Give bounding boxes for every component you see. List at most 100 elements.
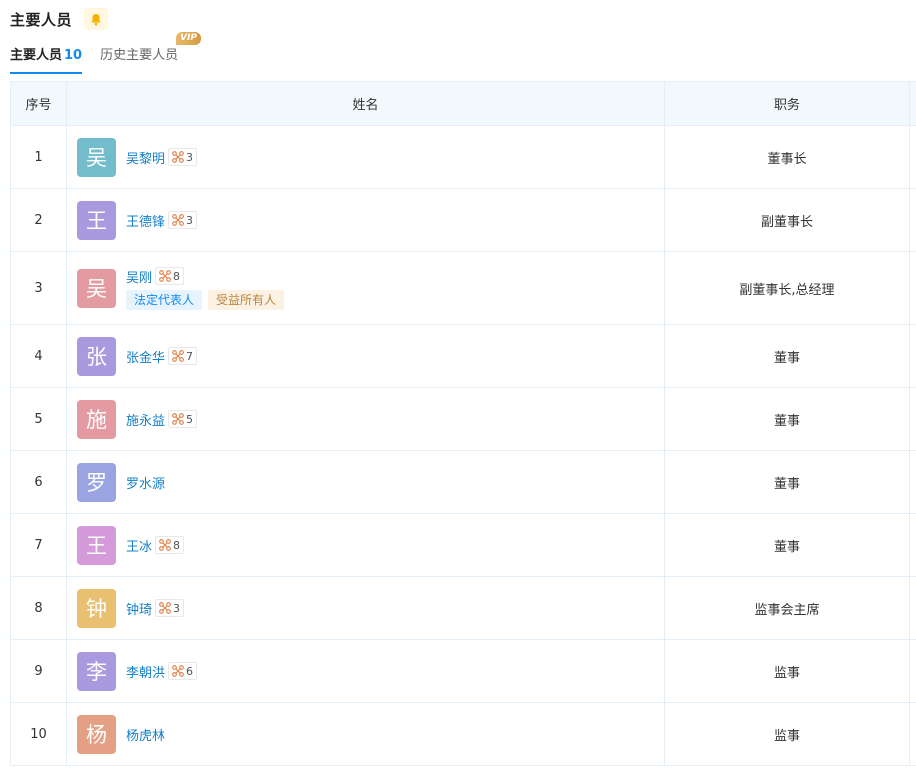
tab-history-personnel[interactable]: 历史主要人员 VIP <box>100 32 202 74</box>
relation-count-badge[interactable]: 8 <box>155 267 185 285</box>
name-line: 李朝洪 6 <box>126 661 198 681</box>
tab-label: 历史主要人员 <box>100 48 179 63</box>
avatar[interactable]: 杨 <box>77 714 116 754</box>
name-line: 吴黎明 3 <box>126 147 198 167</box>
name-line: 张金华 7 <box>126 346 198 366</box>
row-index: 9 <box>11 640 67 702</box>
person-info: 王冰 8 <box>126 535 185 555</box>
relation-count: 3 <box>186 150 194 164</box>
row-index: 6 <box>11 451 67 513</box>
person-info: 杨虎林 <box>126 724 165 744</box>
row-index: 10 <box>11 703 67 765</box>
position-cell: 副董事长,总经理 <box>665 252 910 324</box>
relation-count: 3 <box>186 213 194 227</box>
avatar[interactable]: 王 <box>77 200 116 240</box>
person-info: 施永益 5 <box>126 409 198 429</box>
name-cell: 杨杨虎林 <box>67 703 665 765</box>
relation-count: 3 <box>173 601 181 615</box>
relation-count-badge[interactable]: 3 <box>168 148 198 166</box>
name-cell: 王王冰 8 <box>67 514 665 576</box>
relation-count-badge[interactable]: 3 <box>155 599 185 617</box>
vip-badge: VIP <box>176 32 202 45</box>
person-info: 钟琦 3 <box>126 598 185 618</box>
relation-icon <box>159 270 173 282</box>
avatar[interactable]: 钟 <box>77 588 116 628</box>
relation-count: 6 <box>186 664 194 678</box>
name-line: 王冰 8 <box>126 535 185 555</box>
name-cell: 钟钟琦 3 <box>67 577 665 639</box>
relation-count-badge[interactable]: 8 <box>155 536 185 554</box>
name-cell: 罗罗水源 <box>67 451 665 513</box>
position-cell: 副董事长 <box>665 189 910 251</box>
column-header-name: 姓名 <box>67 82 665 125</box>
tab-main-personnel[interactable]: 主要人员 10 <box>10 44 83 74</box>
person-name-link[interactable]: 罗水源 <box>126 473 165 492</box>
relation-icon <box>172 413 186 425</box>
position-cell: 监事 <box>665 640 910 702</box>
extra-cell <box>910 703 916 765</box>
row-index: 3 <box>11 252 67 324</box>
row-index: 7 <box>11 514 67 576</box>
personnel-table: 序号 姓名 职务 1 吴吴黎明 3 董事长 2 王王德锋 3 副董事长 3 吴吴刚 8 法定代表人 受益… <box>10 81 916 766</box>
avatar[interactable]: 罗 <box>77 462 116 502</box>
position-cell: 董事 <box>665 514 910 576</box>
table-row: 7 王王冰 8 董事 <box>10 514 916 577</box>
person-info: 吴黎明 3 <box>126 147 198 167</box>
person-name-link[interactable]: 杨虎林 <box>126 725 165 744</box>
name-cell: 李李朝洪 6 <box>67 640 665 702</box>
avatar[interactable]: 张 <box>77 336 116 376</box>
tab-count: 10 <box>64 48 83 63</box>
row-index: 4 <box>11 325 67 387</box>
relation-icon <box>172 214 186 226</box>
avatar[interactable]: 吴 <box>77 137 116 177</box>
person-info: 张金华 7 <box>126 346 198 366</box>
person-name-link[interactable]: 钟琦 <box>126 599 152 618</box>
relation-count-badge[interactable]: 6 <box>168 662 198 680</box>
name-line: 钟琦 3 <box>126 598 185 618</box>
name-line: 施永益 5 <box>126 409 198 429</box>
relation-count-badge[interactable]: 5 <box>168 410 198 428</box>
table-row: 9 李李朝洪 6 监事 <box>10 640 916 703</box>
extra-cell <box>910 514 916 576</box>
name-cell: 王王德锋 3 <box>67 189 665 251</box>
person-name-link[interactable]: 王冰 <box>126 536 152 555</box>
avatar[interactable]: 李 <box>77 651 116 691</box>
table-row: 5 施施永益 5 董事 <box>10 388 916 451</box>
avatar[interactable]: 王 <box>77 525 116 565</box>
relation-count: 8 <box>173 269 181 283</box>
table-row: 6 罗罗水源 董事 <box>10 451 916 514</box>
relation-count-badge[interactable]: 7 <box>168 347 198 365</box>
person-name-link[interactable]: 吴黎明 <box>126 148 165 167</box>
table-row: 3 吴吴刚 8 法定代表人 受益所有人 副董事长,总经理 <box>10 252 916 325</box>
section-title: 主要人员 <box>10 10 73 29</box>
section-header: 主要人员 <box>10 8 109 30</box>
column-header-extra <box>910 82 916 125</box>
table-row: 8 钟钟琦 3 监事会主席 <box>10 577 916 640</box>
avatar[interactable]: 吴 <box>77 268 116 308</box>
person-name-link[interactable]: 王德锋 <box>126 211 165 230</box>
extra-cell <box>910 252 916 324</box>
bell-icon[interactable] <box>84 8 109 30</box>
row-index: 5 <box>11 388 67 450</box>
name-line: 王德锋 3 <box>126 210 198 230</box>
avatar[interactable]: 施 <box>77 399 116 439</box>
person-name-link[interactable]: 张金华 <box>126 347 165 366</box>
person-name-link[interactable]: 李朝洪 <box>126 662 165 681</box>
role-tags: 法定代表人 受益所有人 <box>126 290 290 310</box>
tab-label: 主要人员 <box>10 48 63 63</box>
relation-count-badge[interactable]: 3 <box>168 211 198 229</box>
person-info: 吴刚 8 法定代表人 受益所有人 <box>126 266 290 310</box>
role-tag: 法定代表人 <box>126 290 203 310</box>
person-name-link[interactable]: 施永益 <box>126 410 165 429</box>
relation-count: 8 <box>173 538 181 552</box>
extra-cell <box>910 325 916 387</box>
table-header: 序号 姓名 职务 <box>10 82 916 126</box>
person-name-link[interactable]: 吴刚 <box>126 267 152 286</box>
row-index: 2 <box>11 189 67 251</box>
table-row: 1 吴吴黎明 3 董事长 <box>10 126 916 189</box>
extra-cell <box>910 126 916 188</box>
name-cell: 张张金华 7 <box>67 325 665 387</box>
tab-bar: 主要人员 10 历史主要人员 VIP <box>10 32 202 74</box>
position-cell: 董事 <box>665 388 910 450</box>
extra-cell <box>910 388 916 450</box>
